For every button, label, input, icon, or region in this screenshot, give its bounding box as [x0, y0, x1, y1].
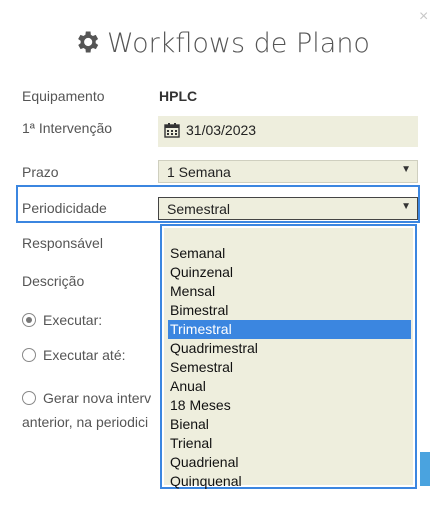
- dropdown-option[interactable]: Quinquenal: [168, 472, 411, 491]
- responsavel-label: Responsável: [22, 235, 103, 251]
- dropdown-option[interactable]: Trienal: [168, 434, 411, 453]
- periodicidade-select-value: Semestral: [167, 201, 231, 217]
- dialog-title-text: Workflows de Plano: [107, 28, 370, 59]
- equipamento-label: Equipamento: [22, 88, 105, 104]
- periodicidade-dropdown[interactable]: Semanal Quinzenal Mensal Bimestral Trimestra…: [160, 224, 417, 489]
- gear-icon: [78, 31, 99, 53]
- periodicidade-select[interactable]: Semestral ▼: [158, 197, 418, 220]
- dropdown-option[interactable]: Bienal: [168, 415, 411, 434]
- gerar-label-line1: Gerar nova interv: [43, 390, 152, 406]
- chevron-down-icon: ▼: [401, 164, 411, 175]
- prazo-select-value: 1 Semana: [167, 164, 231, 180]
- intervencao-date-value: 31/03/2023: [186, 122, 257, 138]
- dropdown-option[interactable]: Quinzenal: [168, 263, 411, 282]
- dialog-title: Workflows de Plano: [0, 28, 443, 59]
- close-icon[interactable]: ×: [419, 8, 428, 26]
- calendar-icon[interactable]: [164, 122, 180, 138]
- dropdown-list: Semanal Quinzenal Mensal Bimestral Trimestra…: [164, 228, 413, 489]
- dropdown-option[interactable]: Quadrienal: [168, 453, 411, 472]
- dropdown-option[interactable]: Semanal: [168, 244, 411, 263]
- prazo-select[interactable]: 1 Semana ▼: [158, 160, 418, 183]
- executar-ate-radio[interactable]: [22, 348, 36, 362]
- executar-radio[interactable]: [22, 313, 36, 327]
- prazo-label: Prazo: [22, 164, 59, 180]
- intervencao-label: 1ª Intervenção: [22, 120, 113, 136]
- gerar-radio[interactable]: [22, 391, 36, 405]
- dropdown-option[interactable]: Mensal: [168, 282, 411, 301]
- equipamento-value: HPLC: [159, 88, 198, 104]
- dropdown-option[interactable]: Trimestral: [168, 320, 411, 339]
- dropdown-option[interactable]: Anual: [168, 377, 411, 396]
- dropdown-option[interactable]: 18 Meses: [168, 396, 411, 415]
- intervencao-date-field[interactable]: 31/03/2023: [158, 116, 418, 147]
- button-edge[interactable]: [420, 452, 430, 486]
- gerar-label-line2: anterior, na periodici: [22, 414, 149, 430]
- dropdown-option[interactable]: Quadrimestral: [168, 339, 411, 358]
- executar-ate-label: Executar até:: [43, 347, 126, 363]
- periodicidade-label: Periodicidade: [22, 200, 107, 216]
- dropdown-option[interactable]: Semestral: [168, 358, 411, 377]
- descricao-label: Descrição: [22, 273, 85, 289]
- executar-label: Executar:: [43, 312, 103, 328]
- chevron-down-icon: ▼: [401, 201, 411, 212]
- dropdown-option[interactable]: Bimestral: [168, 301, 411, 320]
